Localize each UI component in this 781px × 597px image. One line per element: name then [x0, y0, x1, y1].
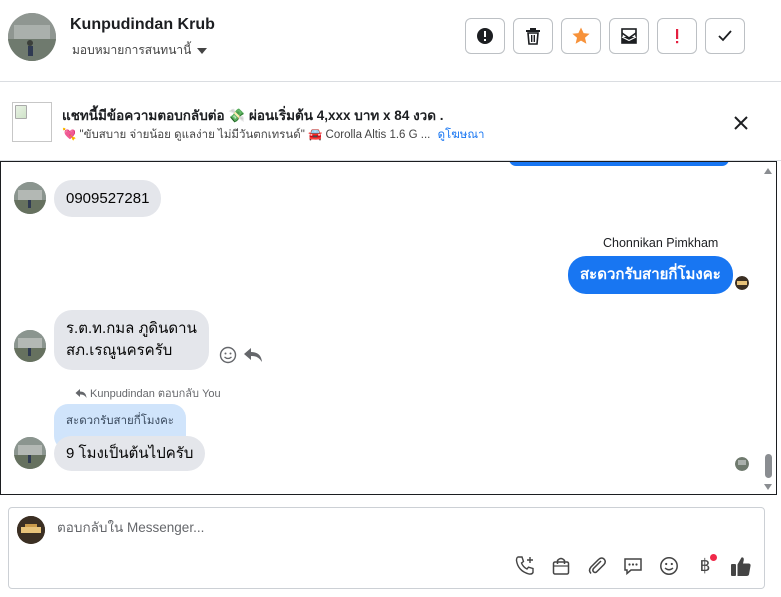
conversation-header: Kunpudindan Krub มอบหมายการสนทนานี้	[0, 0, 781, 82]
paperclip-icon	[588, 557, 606, 575]
like-button[interactable]	[729, 554, 753, 578]
contact-avatar-small[interactable]	[14, 437, 46, 469]
close-icon	[734, 116, 748, 130]
composer-toolbar: ฿	[513, 554, 753, 578]
reply-arrow-icon	[75, 388, 87, 398]
info-circle-icon	[477, 28, 493, 44]
emoji-button[interactable]	[657, 554, 681, 578]
ad-subtitle-text: 💘 "ขับสบาย จ่ายน้อย ดูแลง่าย ไม่มีวันตกเ…	[62, 129, 431, 141]
phone-plus-icon	[515, 556, 534, 575]
message-thread[interactable]: 0909527281 Chonnikan Pimkham สะดวกรับสาย…	[0, 161, 777, 495]
page-avatar	[17, 516, 45, 544]
emoji-react-icon[interactable]	[219, 346, 237, 364]
payment-button[interactable]: ฿	[693, 554, 717, 578]
close-ad-button[interactable]	[728, 110, 754, 136]
message-bubble-incoming[interactable]: ร.ต.ท.กมล ภูดินดาน สภ.เรณูนครครับ	[54, 310, 209, 370]
scroll-up-arrow-icon[interactable]	[764, 168, 772, 174]
alert-button[interactable]	[465, 18, 505, 54]
contact-avatar-small[interactable]	[14, 330, 46, 362]
thumbs-up-icon	[731, 557, 751, 576]
previous-message-bubble	[509, 162, 729, 166]
broken-image-icon	[15, 105, 27, 119]
saved-replies-button[interactable]	[621, 554, 645, 578]
shopping-bag-icon	[552, 557, 570, 575]
saved-reply-icon	[624, 558, 642, 576]
ad-title: แชทนี้มีข้อความตอบกลับต่อ 💸 ผ่อนเริ่มต้น…	[62, 108, 444, 123]
mark-unread-button[interactable]	[609, 18, 649, 54]
notification-dot	[710, 554, 717, 561]
sender-avatar-small	[735, 276, 749, 290]
ad-thumbnail[interactable]	[12, 102, 52, 142]
trash-icon	[526, 28, 540, 45]
exclamation-icon	[676, 29, 679, 44]
message-line: ร.ต.ท.กมล ภูดินดาน	[66, 320, 197, 337]
star-button[interactable]	[561, 18, 601, 54]
done-button[interactable]	[705, 18, 745, 54]
chevron-down-icon	[197, 48, 208, 54]
reply-composer: ฿	[8, 507, 765, 589]
scrollbar-thumb[interactable]	[765, 454, 772, 478]
attach-button[interactable]	[585, 554, 609, 578]
message-bubble-incoming[interactable]: 9 โมงเป็นต้นไปครับ	[54, 436, 206, 471]
message-bubble-outgoing[interactable]: สะดวกรับสายกี่โมงคะ	[568, 256, 733, 294]
view-ad-link[interactable]: ดูโฆษณา	[438, 129, 485, 141]
conversation-actions	[465, 18, 745, 54]
sender-name: Chonnikan Pimkham	[603, 236, 719, 250]
read-receipt-avatar	[735, 457, 749, 471]
reply-meta: Kunpudindan ตอบกลับ You	[75, 384, 221, 402]
star-icon	[572, 27, 590, 44]
assign-label: มอบหมายการสนทนานี้	[72, 43, 192, 57]
message-line: สภ.เรณูนครครับ	[66, 342, 173, 359]
contact-avatar-small[interactable]	[14, 182, 46, 214]
call-button[interactable]	[513, 554, 537, 578]
spam-button[interactable]	[657, 18, 697, 54]
reply-icon[interactable]	[243, 346, 263, 364]
contact-avatar[interactable]	[8, 13, 56, 61]
delete-button[interactable]	[513, 18, 553, 54]
ad-context-banner: แชทนี้มีข้อความตอบกลับต่อ 💸 ผ่อนเริ่มต้น…	[0, 82, 781, 161]
envelope-icon	[621, 28, 637, 44]
emoji-icon	[660, 557, 678, 575]
message-bubble-incoming[interactable]: 0909527281	[54, 180, 162, 217]
baht-payment-icon: ฿	[699, 556, 711, 576]
checkmark-icon	[718, 30, 732, 42]
message-hover-tools	[219, 346, 263, 364]
thread-scrollbar[interactable]	[762, 164, 774, 494]
scroll-down-arrow-icon[interactable]	[764, 484, 772, 490]
ad-subtitle: 💘 "ขับสบาย จ่ายน้อย ดูแลง่าย ไม่มีวันตกเ…	[62, 126, 484, 144]
reply-input[interactable]	[57, 520, 747, 535]
assign-conversation-dropdown[interactable]: มอบหมายการสนทนานี้	[72, 41, 208, 60]
contact-name: Kunpudindan Krub	[70, 16, 215, 33]
shop-button[interactable]	[549, 554, 573, 578]
reply-meta-text: Kunpudindan ตอบกลับ You	[90, 388, 221, 400]
